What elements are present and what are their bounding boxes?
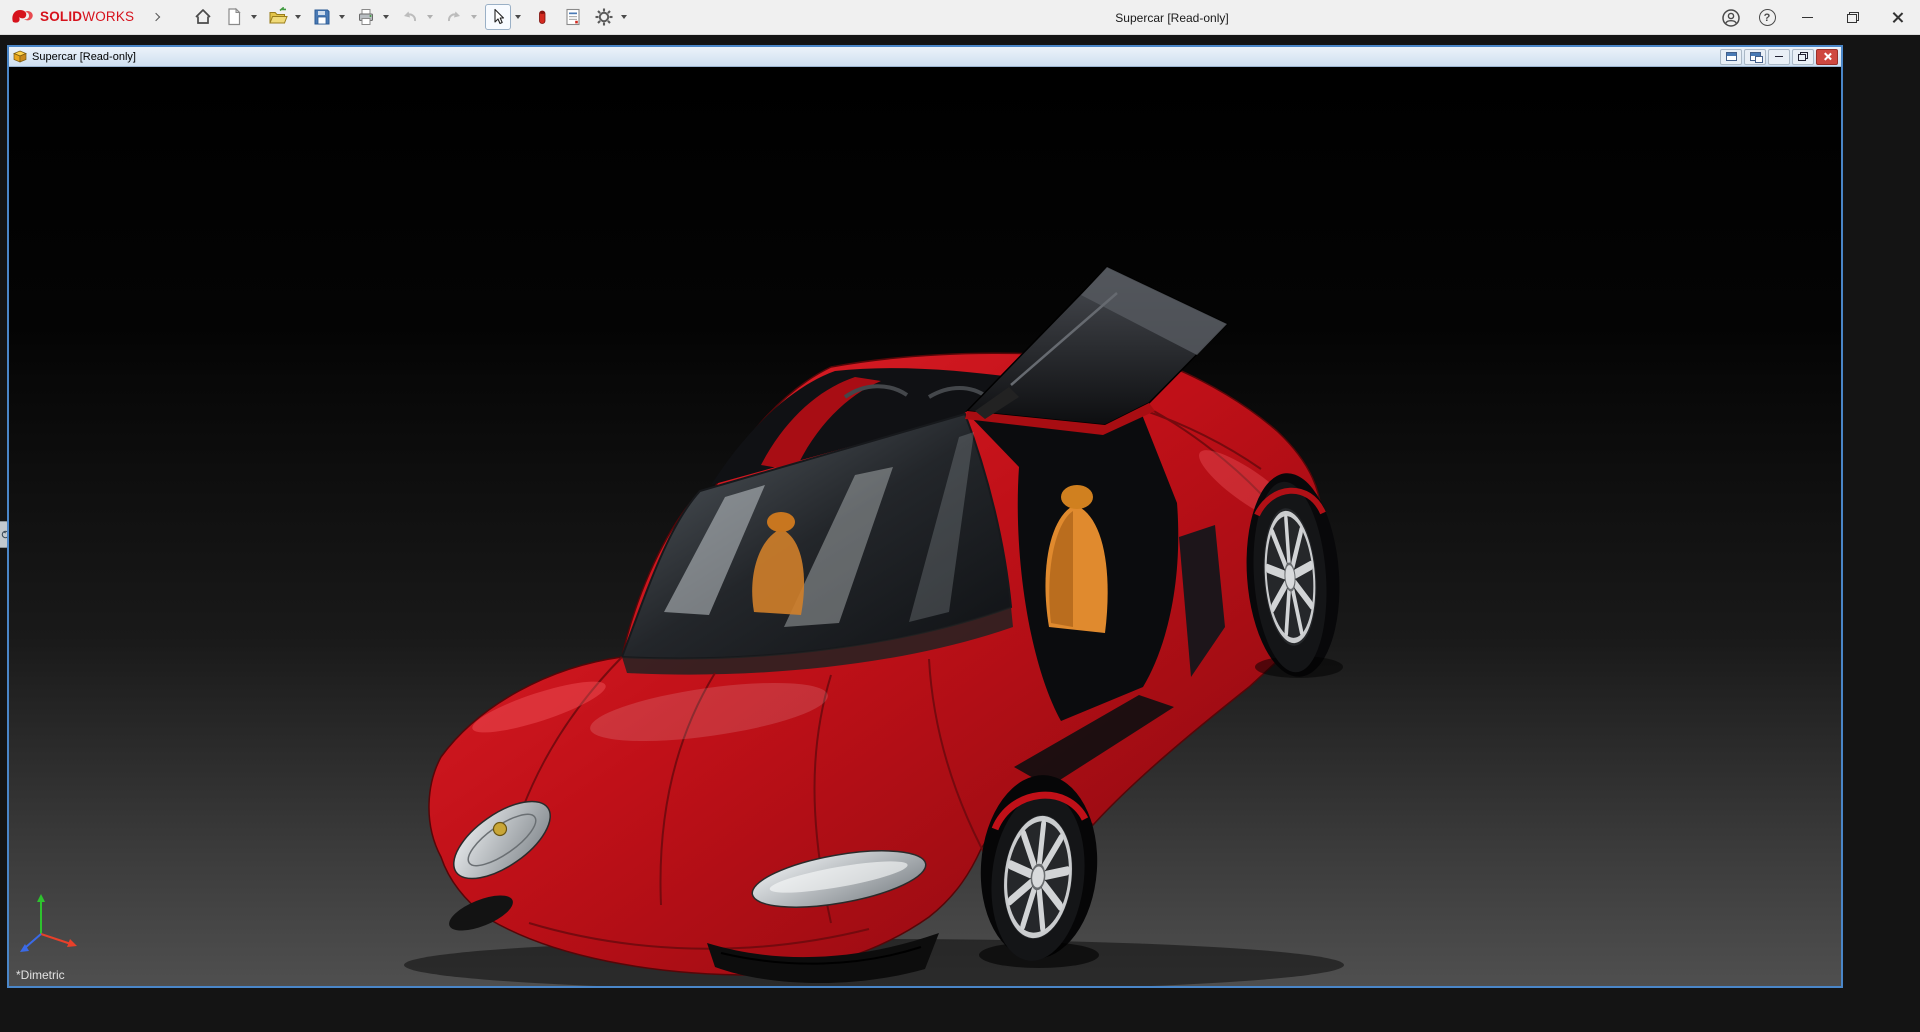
redo-icon bbox=[444, 7, 464, 27]
doc-restore-button[interactable] bbox=[1792, 49, 1814, 65]
gear-icon bbox=[594, 7, 614, 27]
minimize-icon bbox=[1775, 56, 1783, 58]
save-icon bbox=[312, 7, 332, 27]
logo-text: SOLIDWORKS bbox=[40, 8, 134, 26]
red-cylinder-icon bbox=[532, 7, 552, 27]
new-document-button[interactable] bbox=[221, 4, 247, 30]
open-button[interactable] bbox=[265, 4, 291, 30]
tool-options bbox=[591, 4, 630, 30]
tile-window-icon bbox=[1750, 52, 1761, 61]
tool-save bbox=[309, 4, 348, 30]
redo-dropdown[interactable] bbox=[467, 4, 480, 30]
window-controls: ? bbox=[1713, 0, 1920, 35]
close-icon bbox=[1823, 52, 1832, 61]
open-folder-icon bbox=[268, 7, 288, 27]
tool-home bbox=[190, 4, 216, 30]
tool-new bbox=[221, 4, 260, 30]
undo-button[interactable] bbox=[397, 4, 423, 30]
tile-window-button[interactable] bbox=[1744, 49, 1766, 65]
tool-print bbox=[353, 4, 392, 30]
home-icon bbox=[193, 7, 213, 27]
chevron-down-icon bbox=[621, 15, 627, 19]
cascade-window-icon bbox=[1726, 52, 1737, 61]
chevron-down-icon bbox=[251, 15, 257, 19]
select-dropdown[interactable] bbox=[511, 4, 524, 30]
undo-dropdown[interactable] bbox=[423, 4, 436, 30]
save-button[interactable] bbox=[309, 4, 335, 30]
new-document-icon bbox=[224, 7, 244, 27]
chevron-down-icon bbox=[339, 15, 345, 19]
properties-icon bbox=[563, 7, 583, 27]
chevron-down-icon bbox=[427, 15, 433, 19]
options-button[interactable] bbox=[591, 4, 617, 30]
print-icon bbox=[356, 7, 376, 27]
tool-redo bbox=[441, 4, 480, 30]
cascade-window-button[interactable] bbox=[1720, 49, 1742, 65]
app-title: Supercar [Read-only] bbox=[1115, 0, 1228, 35]
chevron-down-icon bbox=[383, 15, 389, 19]
chevron-down-icon bbox=[515, 15, 521, 19]
restore-icon bbox=[1798, 52, 1808, 61]
car-model[interactable] bbox=[9, 67, 1841, 986]
doc-close-button[interactable] bbox=[1816, 49, 1838, 65]
close-icon bbox=[1891, 11, 1904, 24]
restore-icon bbox=[1847, 12, 1859, 23]
document-window-controls bbox=[1720, 49, 1838, 65]
tool-properties bbox=[560, 4, 586, 30]
chevron-right-icon bbox=[152, 13, 160, 21]
account-icon bbox=[1721, 8, 1741, 28]
close-button[interactable] bbox=[1875, 0, 1920, 35]
reference-triad[interactable] bbox=[17, 890, 89, 962]
document-titlebar[interactable]: Supercar [Read-only] bbox=[9, 47, 1841, 67]
home-button[interactable] bbox=[190, 4, 216, 30]
viewport-3d[interactable]: *Dimetric bbox=[9, 67, 1841, 986]
chevron-down-icon bbox=[471, 15, 477, 19]
open-dropdown[interactable] bbox=[291, 4, 304, 30]
help-button[interactable]: ? bbox=[1749, 0, 1785, 35]
tool-indicator bbox=[529, 4, 555, 30]
doc-minimize-button[interactable] bbox=[1768, 49, 1790, 65]
tool-select bbox=[485, 4, 524, 30]
restore-button[interactable] bbox=[1830, 0, 1875, 35]
chevron-down-icon bbox=[295, 15, 301, 19]
select-cursor-icon bbox=[488, 7, 508, 27]
select-button[interactable] bbox=[485, 4, 511, 30]
options-dropdown[interactable] bbox=[617, 4, 630, 30]
assembly-cube-icon bbox=[13, 50, 27, 63]
account-button[interactable] bbox=[1713, 0, 1749, 35]
app-titlebar: SOLIDWORKS bbox=[0, 0, 1920, 35]
indicator-button[interactable] bbox=[529, 4, 555, 30]
logo-mark-icon bbox=[10, 7, 36, 27]
menu-expand-arrow[interactable] bbox=[148, 6, 164, 28]
properties-button[interactable] bbox=[560, 4, 586, 30]
redo-button[interactable] bbox=[441, 4, 467, 30]
document-title: Supercar [Read-only] bbox=[32, 51, 136, 63]
document-window: Supercar [Read-only] bbox=[7, 45, 1843, 988]
print-button[interactable] bbox=[353, 4, 379, 30]
undo-icon bbox=[400, 7, 420, 27]
solidworks-logo: SOLIDWORKS bbox=[0, 7, 134, 27]
view-orientation-label: *Dimetric bbox=[16, 968, 65, 982]
mdi-area: Supercar [Read-only] bbox=[0, 35, 1920, 1031]
help-icon: ? bbox=[1759, 9, 1776, 26]
minimize-icon bbox=[1802, 17, 1813, 19]
tool-open bbox=[265, 4, 304, 30]
quick-access-toolbar bbox=[190, 4, 635, 30]
new-document-dropdown[interactable] bbox=[247, 4, 260, 30]
minimize-button[interactable] bbox=[1785, 0, 1830, 35]
save-dropdown[interactable] bbox=[335, 4, 348, 30]
tool-undo bbox=[397, 4, 436, 30]
print-dropdown[interactable] bbox=[379, 4, 392, 30]
